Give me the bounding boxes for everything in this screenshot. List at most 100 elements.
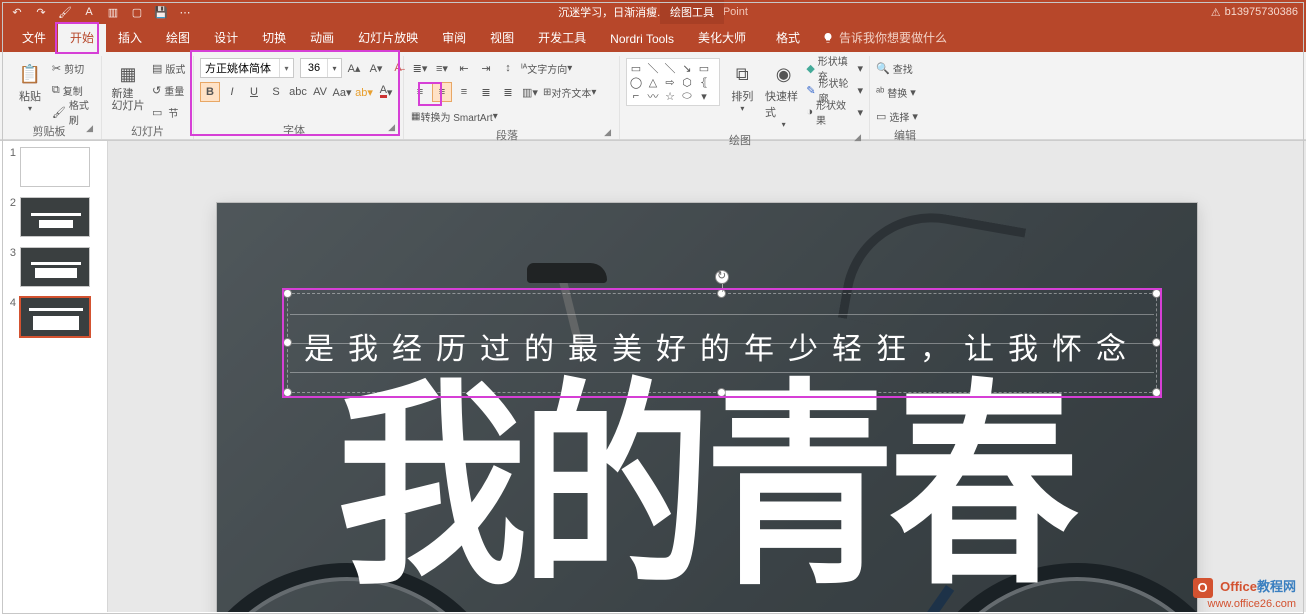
font-name-input[interactable]	[201, 59, 279, 77]
qat-more-icon[interactable]: ⋯	[176, 3, 194, 21]
shape-rect-icon[interactable]: ▭	[629, 61, 643, 75]
shape-connector-icon[interactable]: ⌐	[629, 89, 643, 103]
columns-button[interactable]: ▥▾	[520, 82, 540, 102]
tab-view[interactable]: 视图	[478, 23, 526, 52]
thumb-3[interactable]: 3	[4, 247, 103, 287]
resize-handle[interactable]	[283, 338, 292, 347]
subtitle-text[interactable]: 是我经历过的最美好的年少轻狂，让我怀念	[288, 324, 1156, 368]
tab-beautify[interactable]: 美化大师	[686, 23, 758, 52]
text-direction-button[interactable]: ᴵᴬ 文字方向 ▾	[520, 58, 573, 78]
italic-button[interactable]: I	[222, 82, 242, 102]
shadow-button[interactable]: abc	[288, 82, 308, 102]
font-size-combo[interactable]: ▾	[300, 58, 342, 78]
replace-button[interactable]: 替换	[886, 82, 908, 102]
dialog-launcher-icon[interactable]: ◢	[604, 127, 611, 138]
bold-button[interactable]: B	[200, 82, 220, 102]
qat-font-icon[interactable]: A	[80, 3, 98, 21]
highlight-button[interactable]: ab▾	[354, 82, 374, 102]
resize-handle[interactable]	[283, 289, 292, 298]
increase-indent-button[interactable]: ⇥	[476, 58, 496, 78]
shape-oval-icon[interactable]: ◯	[629, 75, 643, 89]
change-case-button[interactable]: Aa▾	[332, 82, 352, 102]
chevron-down-icon[interactable]: ▾	[327, 59, 341, 77]
thumb-2[interactable]: 2	[4, 197, 103, 237]
paste-button[interactable]: 📋 粘贴 ▾	[12, 58, 48, 115]
find-button[interactable]: 查找	[892, 58, 914, 78]
shape-more-icon[interactable]: ▾	[697, 89, 711, 103]
thumb-1[interactable]: 1	[4, 147, 103, 187]
tab-file[interactable]: 文件	[10, 23, 58, 52]
shape-triangle-icon[interactable]: △	[646, 75, 660, 89]
resize-handle[interactable]	[1152, 388, 1161, 397]
tab-developer[interactable]: 开发工具	[526, 23, 598, 52]
resize-handle[interactable]	[1152, 289, 1161, 298]
align-left-button[interactable]: ≡	[410, 82, 430, 102]
arrange-button[interactable]: ⧉排列▾	[724, 58, 761, 115]
align-text-button[interactable]: ⊞ 对齐文本 ▾	[542, 82, 597, 102]
qat-save-icon[interactable]: 💾	[152, 3, 170, 21]
align-right-button[interactable]: ≡	[454, 82, 474, 102]
justify-button[interactable]: ≣	[476, 82, 496, 102]
section-button[interactable]: 节	[164, 102, 182, 122]
line-spacing-button[interactable]: ↕	[498, 58, 518, 78]
qat-grid-icon[interactable]: ▥	[104, 3, 122, 21]
dialog-launcher-icon[interactable]: ◢	[854, 132, 861, 143]
tab-nordri[interactable]: Nordri Tools	[598, 26, 686, 52]
resize-handle[interactable]	[1152, 338, 1161, 347]
shape-arrow-icon[interactable]: ⇨	[663, 75, 677, 89]
thumb-4[interactable]: 4	[4, 297, 103, 337]
font-size-input[interactable]	[301, 59, 327, 77]
account-badge[interactable]: ⚠ b13975730386	[1211, 0, 1298, 24]
shape-callout-icon[interactable]: ⬭	[680, 89, 694, 103]
tab-review[interactable]: 审阅	[430, 23, 478, 52]
shape-hex-icon[interactable]: ⬡	[680, 75, 694, 89]
shapes-gallery[interactable]: ▭＼＼↘▭ ◯△⇨⬡⦃ ⌐〰☆⬭▾	[626, 58, 720, 106]
qat-undo-icon[interactable]: ↶	[8, 3, 26, 21]
tab-slideshow[interactable]: 幻灯片放映	[346, 23, 430, 52]
tab-animations[interactable]: 动画	[298, 23, 346, 52]
new-slide-button[interactable]: ▦ 新建 幻灯片	[108, 58, 148, 114]
decrease-indent-button[interactable]: ⇤	[454, 58, 474, 78]
tab-home[interactable]: 开始	[58, 23, 106, 52]
tab-insert[interactable]: 插入	[106, 23, 154, 52]
shape-line-icon[interactable]: ＼	[646, 61, 660, 75]
format-painter-button[interactable]: 格式刷	[68, 102, 95, 122]
quick-styles-button[interactable]: ◉快速样式▾	[765, 58, 802, 131]
align-center-button[interactable]: ≡	[432, 82, 452, 102]
numbering-button[interactable]: ≡▾	[432, 58, 452, 78]
title-text[interactable]: 我的青春	[337, 379, 1073, 598]
tab-draw[interactable]: 绘图	[154, 23, 202, 52]
tab-transitions[interactable]: 切换	[250, 23, 298, 52]
slide-canvas[interactable]: 是我经历过的最美好的年少轻狂，让我怀念 我的青春	[108, 141, 1306, 612]
reset-button[interactable]: 重量	[163, 80, 185, 100]
tab-format[interactable]: 格式	[764, 23, 812, 52]
chevron-down-icon[interactable]: ▾	[279, 59, 293, 77]
bullets-button[interactable]: ≣▾	[410, 58, 430, 78]
font-name-combo[interactable]: ▾	[200, 58, 294, 78]
shape-arrow-icon[interactable]: ↘	[680, 61, 694, 75]
convert-smartart-button[interactable]: ▦ 转换为 SmartArt ▾	[410, 106, 499, 126]
grow-font-button[interactable]: A▴	[344, 58, 364, 78]
strikethrough-button[interactable]: S	[266, 82, 286, 102]
shape-brace-icon[interactable]: ⦃	[697, 75, 711, 89]
font-color-button[interactable]: A▾	[376, 82, 396, 102]
resize-handle[interactable]	[283, 388, 292, 397]
layout-button[interactable]: 版式	[164, 58, 186, 78]
dialog-launcher-icon[interactable]: ◢	[388, 122, 395, 133]
cut-button[interactable]: 剪切	[63, 58, 85, 78]
select-button[interactable]: 选择	[888, 106, 910, 126]
shrink-font-button[interactable]: A▾	[366, 58, 386, 78]
shape-rect-icon[interactable]: ▭	[697, 61, 711, 75]
shape-line-icon[interactable]: ＼	[663, 61, 677, 75]
qat-redo-icon[interactable]: ↷	[32, 3, 50, 21]
spacing-button[interactable]: AV	[310, 82, 330, 102]
qat-touch-icon[interactable]: 🖌	[56, 3, 74, 21]
rotate-handle[interactable]	[715, 270, 729, 284]
slide[interactable]: 是我经历过的最美好的年少轻狂，让我怀念 我的青春	[217, 203, 1197, 612]
shape-star-icon[interactable]: ☆	[663, 89, 677, 103]
shape-effects-button[interactable]: 形状效果	[815, 102, 855, 122]
tell-me[interactable]: 告诉我你想要做什么	[812, 23, 957, 52]
underline-button[interactable]: U	[244, 82, 264, 102]
shape-curve-icon[interactable]: 〰	[646, 89, 660, 103]
tab-design[interactable]: 设计	[202, 23, 250, 52]
